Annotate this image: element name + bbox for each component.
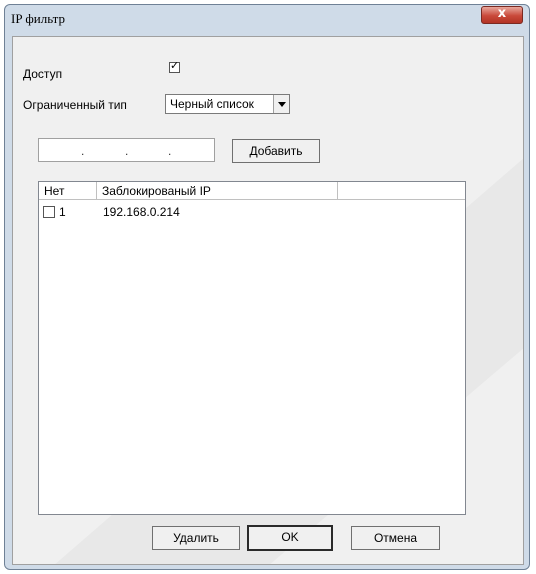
- delete-button[interactable]: Удалить: [152, 526, 240, 550]
- row-checkbox[interactable]: [43, 206, 55, 218]
- ip-dot: .: [125, 144, 129, 158]
- restriction-type-value: Черный список: [170, 97, 254, 111]
- column-header-number[interactable]: Нет: [39, 182, 97, 199]
- blocked-ip-list[interactable]: Нет Заблокированый IP 1 192.168.0.214: [38, 181, 466, 515]
- close-icon: x: [497, 6, 507, 21]
- close-button[interactable]: x: [481, 6, 523, 24]
- title-bar: IP фильтр x: [5, 5, 529, 31]
- column-header-label: Заблокированый IP: [102, 184, 211, 198]
- cancel-button[interactable]: Отмена: [351, 526, 440, 550]
- restriction-type-select[interactable]: Черный список: [165, 94, 290, 114]
- restriction-type-label: Ограниченный тип: [23, 98, 127, 112]
- access-checkbox[interactable]: ✓: [169, 60, 180, 73]
- window-title: IP фильтр: [11, 11, 65, 26]
- table-row[interactable]: 1 192.168.0.214: [39, 204, 465, 220]
- access-label: Доступ: [23, 67, 63, 81]
- ok-button[interactable]: OK: [247, 525, 333, 551]
- column-header-empty: [338, 182, 465, 199]
- ip-address-input[interactable]: . . .: [38, 138, 215, 162]
- column-header-blocked-ip[interactable]: Заблокированый IP: [97, 182, 338, 199]
- ip-dot: .: [81, 144, 85, 158]
- checkmark-icon: ✓: [170, 60, 180, 72]
- add-button[interactable]: Добавить: [232, 139, 320, 163]
- row-number: 1: [59, 205, 66, 219]
- ip-dot: .: [168, 144, 172, 158]
- row-ip-address: 192.168.0.214: [103, 205, 180, 219]
- column-header-label: Нет: [44, 184, 65, 198]
- list-header: Нет Заблокированый IP: [39, 182, 465, 200]
- chevron-down-icon[interactable]: [273, 95, 289, 113]
- ip-filter-window: IP фильтр x Доступ ✓ Ограниченный тип Че…: [4, 4, 530, 570]
- dialog-client-area: Доступ ✓ Ограниченный тип Черный список …: [12, 36, 524, 565]
